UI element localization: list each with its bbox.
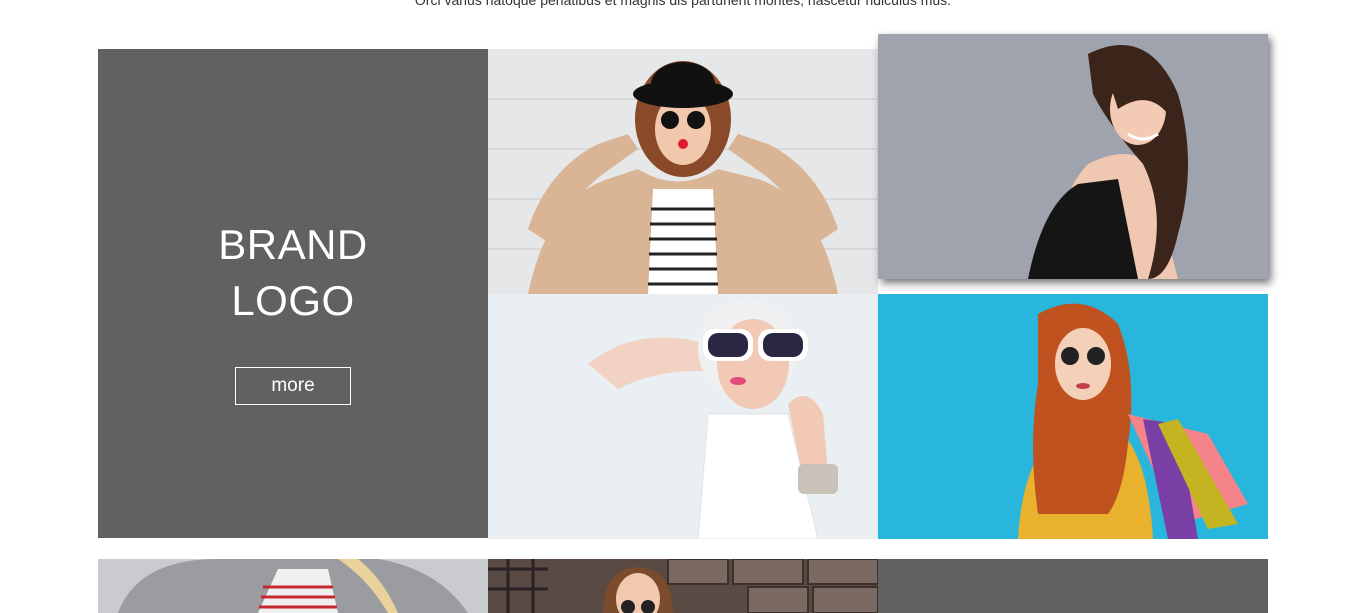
brand-logo: BRAND LOGO <box>203 217 383 329</box>
brand-logo-line1: BRAND <box>218 220 368 268</box>
photo-image <box>878 294 1268 539</box>
photo-image <box>488 559 878 613</box>
photo-woman-black-hat[interactable] <box>488 49 878 294</box>
more-button[interactable]: more <box>235 366 351 405</box>
photo-woman-white-sunglasses[interactable] <box>488 294 878 539</box>
photo-image <box>488 49 878 294</box>
brand-tile: BRAND LOGO more <box>98 49 488 538</box>
photo-woman-fur-coat[interactable] <box>98 559 488 613</box>
photo-image <box>98 559 488 613</box>
intro-text: Orci varius natoque penatibus et magnis … <box>414 0 952 8</box>
photo-image <box>488 294 878 539</box>
photo-image <box>878 34 1268 279</box>
photo-woman-stone-wall[interactable] <box>488 559 878 613</box>
photo-woman-curly-hair[interactable] <box>878 34 1268 279</box>
gray-tile <box>878 559 1268 613</box>
photo-woman-shopping-bags[interactable] <box>878 294 1268 539</box>
brand-logo-line2: LOGO <box>231 276 355 324</box>
